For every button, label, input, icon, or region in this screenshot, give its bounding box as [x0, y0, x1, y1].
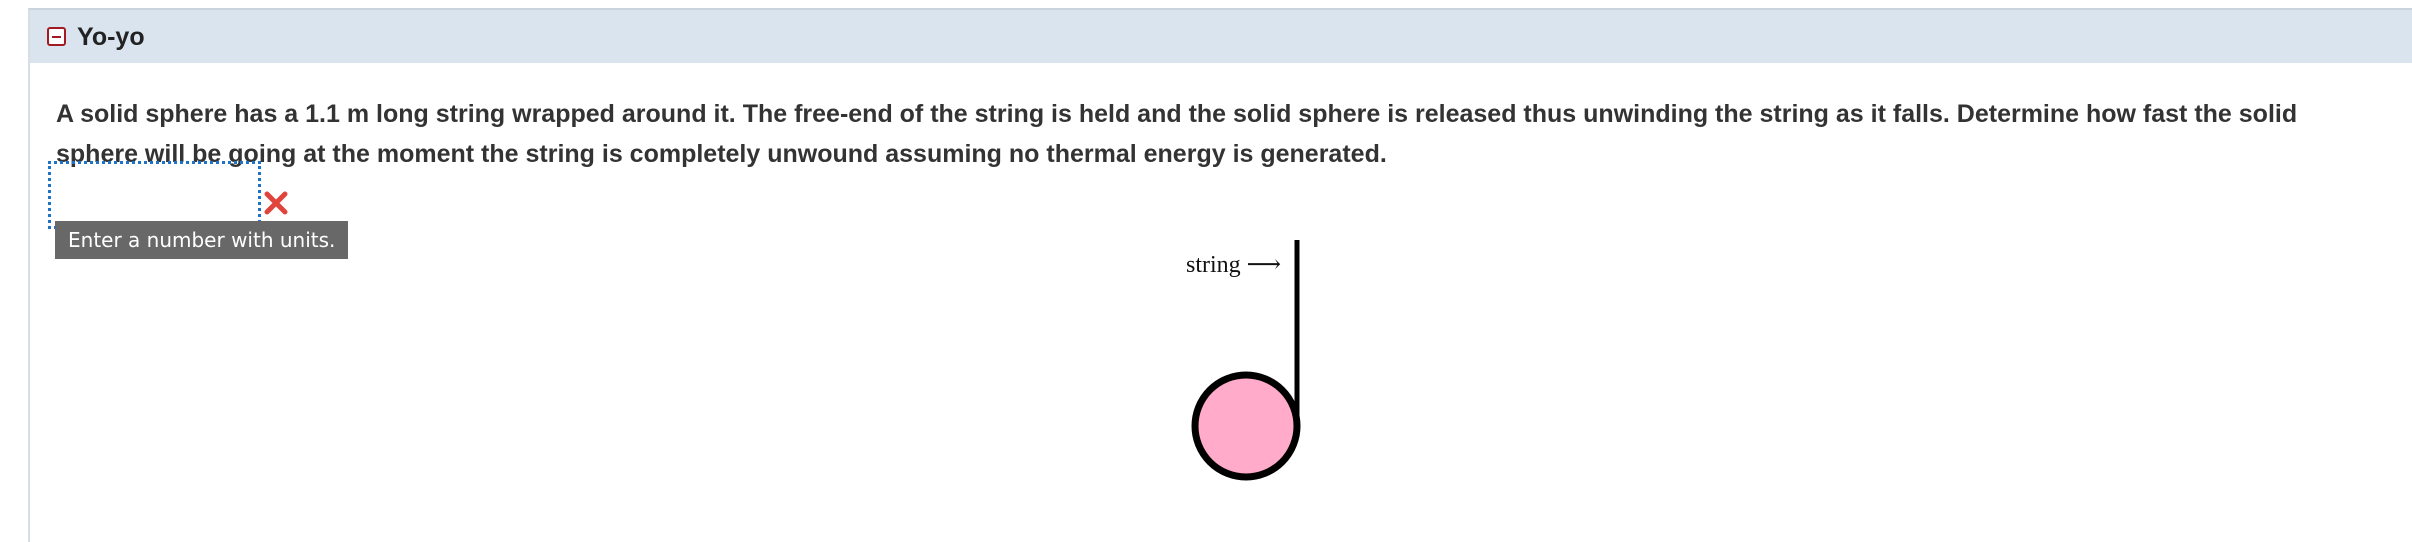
- incorrect-x-icon: [264, 191, 288, 215]
- page: Yo-yo A solid sphere has a 1.1 m long st…: [0, 0, 2412, 542]
- solid-sphere: [1191, 371, 1301, 481]
- yo-yo-figure: string ⟶: [1155, 230, 1335, 490]
- panel-title: Yo-yo: [77, 23, 145, 51]
- input-hint-tooltip: Enter a number with units.: [55, 221, 349, 259]
- answer-input[interactable]: [48, 161, 261, 229]
- minus-square-icon[interactable]: [47, 27, 66, 46]
- panel-header[interactable]: Yo-yo: [30, 10, 2412, 63]
- string-label: string ⟶: [1186, 252, 1282, 278]
- problem-panel: Yo-yo A solid sphere has a 1.1 m long st…: [28, 8, 2412, 542]
- question-text: A solid sphere has a 1.1 m long string w…: [56, 100, 2298, 168]
